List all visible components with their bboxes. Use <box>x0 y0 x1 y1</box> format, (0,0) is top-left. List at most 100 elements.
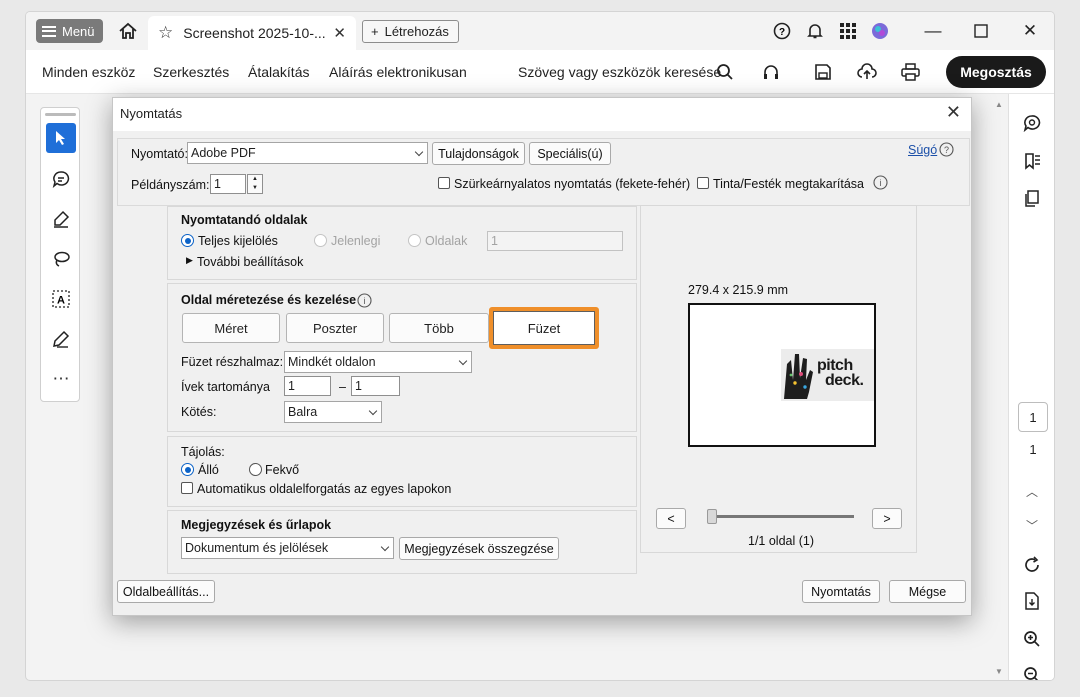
preview-slider-thumb[interactable] <box>707 509 717 524</box>
help-circle-icon[interactable]: ? <box>939 142 954 162</box>
bell-icon[interactable] <box>804 20 826 42</box>
help-icon[interactable]: ? <box>771 20 793 42</box>
search-icon[interactable] <box>714 61 736 83</box>
text-box-tool-icon[interactable]: A <box>46 284 76 314</box>
sheets-to-input[interactable]: 1 <box>351 376 400 396</box>
pages-panel-icon[interactable] <box>1021 188 1043 210</box>
grayscale-checkbox[interactable] <box>438 177 450 189</box>
tab-poster[interactable]: Poszter <box>286 313 384 343</box>
close-dialog-icon[interactable]: ✕ <box>946 102 961 123</box>
chevron-down-icon[interactable]: ﹀ <box>1021 514 1043 536</box>
drag-handle[interactable] <box>45 113 76 116</box>
preview-slider-track[interactable] <box>713 515 854 518</box>
chevron-down-icon <box>414 147 424 157</box>
copies-spinner[interactable]: ▲ ▼ <box>247 174 263 194</box>
select-tool-icon[interactable] <box>46 123 76 153</box>
dialog-title: Nyomtatás <box>113 98 971 131</box>
tab-size[interactable]: Méret <box>182 313 280 343</box>
autorotate-checkbox[interactable] <box>181 482 193 494</box>
radio-portrait[interactable] <box>181 463 194 476</box>
radio-current[interactable] <box>314 234 327 247</box>
paper-size-label: 279.4 x 215.9 mm <box>688 283 789 297</box>
binding-select[interactable]: Balra <box>284 401 382 423</box>
zoom-in-icon[interactable] <box>1021 628 1043 650</box>
print-button[interactable]: Nyomtatás <box>802 580 880 603</box>
bookmarks-icon[interactable] <box>1021 150 1043 172</box>
menu-e-sign[interactable]: Aláírás elektronikusan <box>329 64 467 80</box>
menu-button[interactable]: Menü <box>36 19 103 43</box>
tab-booklet-label: Füzet <box>493 311 595 345</box>
more-tools-icon[interactable]: ⋯ <box>46 364 76 394</box>
chevron-up-icon[interactable]: ︿ <box>1021 480 1043 502</box>
tab-multiple[interactable]: Több <box>389 313 489 343</box>
menu-all-tools[interactable]: Minden eszköz <box>42 64 135 80</box>
extract-page-icon[interactable] <box>1021 590 1043 612</box>
pages-range-input[interactable]: 1 <box>487 231 623 251</box>
share-button[interactable]: Megosztás <box>946 56 1046 88</box>
lasso-tool-icon[interactable] <box>46 244 76 274</box>
comments-panel-icon[interactable] <box>1021 112 1043 134</box>
minimize-icon[interactable]: — <box>922 20 944 42</box>
page-setup-button[interactable]: Oldalbeállítás... <box>117 580 215 603</box>
info-icon[interactable]: i <box>873 175 888 195</box>
vertical-scrollbar[interactable]: ▲ ▼ <box>992 94 1008 680</box>
apps-grid-icon[interactable] <box>837 20 859 42</box>
sheets-from-input[interactable]: 1 <box>284 376 331 396</box>
subset-select[interactable]: Mindkét oldalon <box>284 351 472 373</box>
radio-landscape[interactable] <box>249 463 262 476</box>
radio-portrait-label: Álló <box>198 463 219 477</box>
create-button[interactable]: + Létrehozás <box>362 20 459 43</box>
close-tab-icon[interactable]: ✕ <box>333 24 346 42</box>
binding-label: Kötés: <box>181 405 217 419</box>
menu-edit[interactable]: Szerkesztés <box>153 64 229 80</box>
summarize-comments-button[interactable]: Megjegyzések összegzése <box>399 537 559 560</box>
headphones-icon[interactable] <box>760 61 782 83</box>
comment-tool-icon[interactable] <box>46 164 76 194</box>
avatar[interactable] <box>869 20 891 42</box>
comments-select[interactable]: Dokumentum és jelölések <box>181 537 394 559</box>
grayscale-label: Szürkeárnyalatos nyomtatás (fekete-fehér… <box>454 177 691 191</box>
radio-pages[interactable] <box>408 234 421 247</box>
previous-page-button[interactable]: < <box>656 508 686 529</box>
scroll-down-icon[interactable]: ▼ <box>995 667 1003 676</box>
title-bar: Menü ☆ Screenshot 2025-10-... ✕ + Létrehozá… <box>26 12 1054 50</box>
comments-value: Dokumentum és jelölések <box>185 541 329 555</box>
zoom-out-icon[interactable] <box>1021 664 1043 680</box>
cancel-button[interactable]: Mégse <box>889 580 966 603</box>
upload-cloud-icon[interactable] <box>856 61 878 83</box>
comments-heading: Megjegyzések és űrlapok <box>181 518 332 532</box>
print-icon[interactable] <box>899 61 921 83</box>
scroll-up-icon[interactable]: ▲ <box>995 100 1003 109</box>
radio-pages-label: Oldalak <box>425 234 468 248</box>
sheets-dash: – <box>339 380 346 394</box>
home-icon[interactable] <box>118 21 138 41</box>
page-number-input[interactable]: 1 <box>1018 402 1048 432</box>
menu-label: Menü <box>62 23 95 39</box>
ink-save-checkbox[interactable] <box>697 177 709 189</box>
copies-input[interactable]: 1 <box>210 174 246 194</box>
maximize-icon[interactable] <box>970 20 992 42</box>
fill-sign-tool-icon[interactable] <box>46 324 76 354</box>
triangle-right-icon[interactable]: ▶ <box>186 255 193 266</box>
rotate-icon[interactable] <box>1021 554 1043 576</box>
help-link[interactable]: Súgó <box>908 143 937 157</box>
document-tab[interactable]: ☆ Screenshot 2025-10-... ✕ <box>148 16 356 50</box>
save-icon[interactable] <box>812 61 834 83</box>
star-icon[interactable]: ☆ <box>158 23 173 43</box>
advanced-button[interactable]: Speciális(ú) <box>529 142 611 165</box>
pages-to-print-group: Nyomtatandó oldalak Teljes kijelölés Jel… <box>167 206 637 280</box>
menu-convert[interactable]: Átalakítás <box>248 64 309 80</box>
next-page-button[interactable]: > <box>872 508 902 529</box>
tab-booklet[interactable]: Füzet <box>489 307 599 349</box>
search-label[interactable]: Szöveg vagy eszközök keresése <box>518 64 721 80</box>
sizing-info-icon[interactable]: i <box>357 293 372 313</box>
svg-text:?: ? <box>779 27 785 38</box>
more-settings-link[interactable]: További beállítások <box>197 255 303 269</box>
radio-all[interactable] <box>181 234 194 247</box>
printer-select[interactable]: Adobe PDF <box>187 142 428 164</box>
close-window-icon[interactable]: ✕ <box>1019 20 1041 42</box>
page-total: 1 <box>1029 442 1037 457</box>
properties-button[interactable]: Tulajdonságok <box>432 142 525 165</box>
page-info: 1/1 oldal (1) <box>748 534 815 548</box>
highlight-tool-icon[interactable] <box>46 204 76 234</box>
